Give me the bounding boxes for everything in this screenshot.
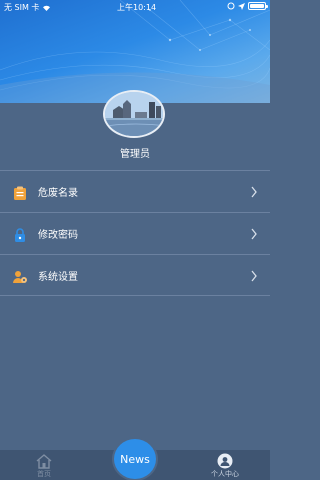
header-background — [0, 0, 270, 103]
lock-rotation-icon — [227, 2, 235, 10]
status-bar: 无 SIM 卡 上午10:14 — [0, 0, 270, 14]
city-skyline-avatar — [105, 92, 163, 136]
menu-item-hazardous-waste-catalog[interactable]: 危废名录 — [0, 170, 270, 212]
tab-home-label: 首页 — [37, 470, 51, 478]
lock-icon — [15, 228, 25, 242]
location-arrow-icon — [238, 2, 245, 10]
menu-item-label: 危废名录 — [38, 188, 78, 199]
chevron-right-icon — [251, 228, 257, 240]
tab-personal-center[interactable]: 个人中心 — [195, 450, 255, 480]
news-button[interactable]: News — [112, 437, 158, 480]
tech-network-pattern — [0, 0, 270, 103]
clipboard-icon — [14, 186, 26, 200]
menu-item-system-settings[interactable]: 系统设置 — [0, 254, 270, 296]
user-icon — [217, 453, 233, 469]
wifi-icon — [42, 5, 50, 11]
battery-icon — [248, 2, 268, 10]
menu-item-label: 修改密码 — [38, 230, 78, 241]
status-time: 上午10:14 — [117, 3, 157, 12]
avatar[interactable] — [103, 90, 165, 138]
carrier-text: 无 SIM 卡 — [4, 2, 51, 13]
menu-item-change-password[interactable]: 修改密码 — [0, 212, 270, 254]
user-name: 管理员 — [120, 149, 150, 160]
menu-item-label: 系统设置 — [38, 271, 78, 283]
home-icon — [36, 454, 52, 469]
chevron-right-icon — [251, 186, 257, 198]
user-gear-icon — [13, 271, 27, 283]
menu-list: 危废名录 修改密码 系统设置 — [0, 170, 270, 296]
tab-personal-center-label: 个人中心 — [211, 470, 239, 478]
chevron-right-icon — [251, 270, 257, 282]
tab-home[interactable]: 首页 — [14, 450, 74, 480]
status-right-icons — [227, 2, 268, 10]
